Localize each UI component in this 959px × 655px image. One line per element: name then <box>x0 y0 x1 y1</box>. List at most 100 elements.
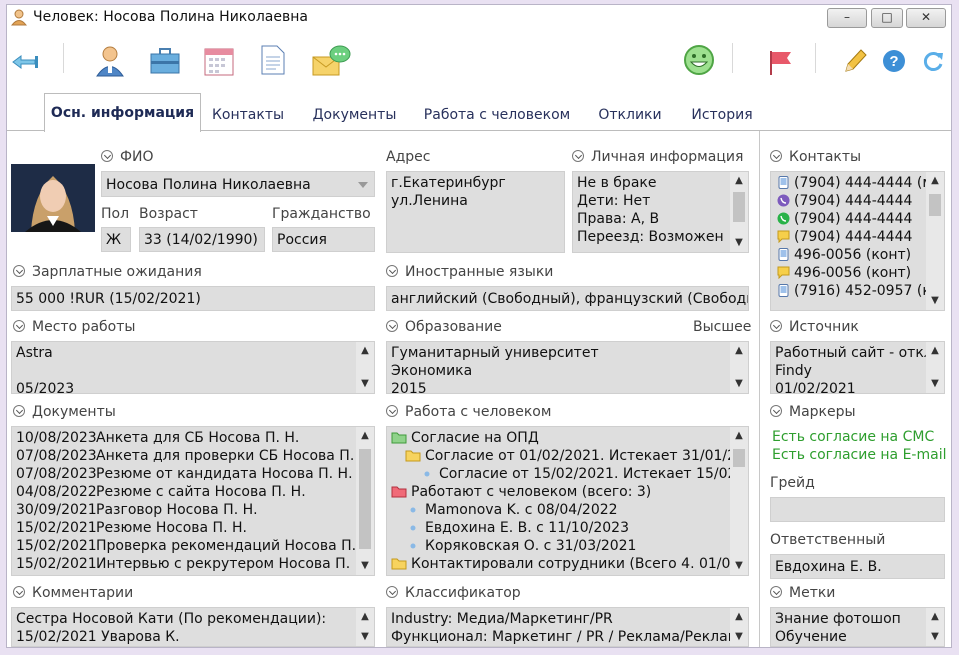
comments-field[interactable]: Сестра Носовой Кати (По рекомендации): 1… <box>11 607 375 647</box>
contact-item[interactable]: 496-0056 (конт) <box>777 246 940 264</box>
scroll-up-icon[interactable]: ▲ <box>730 427 748 445</box>
citizenship-field[interactable]: Россия <box>272 227 375 252</box>
marker-item[interactable]: Есть согласие на E-mail <box>772 446 946 464</box>
contact-item[interactable]: (7904) 444-4444 <box>777 228 940 246</box>
flag-icon[interactable] <box>767 49 793 75</box>
contact-item[interactable]: (7916) 452-0957 (ко <box>777 282 940 300</box>
document-row[interactable]: 10/08/2023Анкета для СБ Носова П. Н. <box>16 429 370 447</box>
scroll-up-icon[interactable]: ▲ <box>730 342 748 360</box>
collapse-chevron-icon[interactable] <box>770 150 782 162</box>
tab-responses[interactable]: Отклики <box>595 101 665 131</box>
salary-field[interactable]: 55 000 !RUR (15/02/2021) <box>11 286 375 311</box>
work-tree-item[interactable]: Контактировали сотрудники (Всего 4. 01/0… <box>391 555 748 573</box>
tab-work-with-person[interactable]: Работа с человеком <box>421 101 573 131</box>
vertical-scrollbar[interactable]: ▲ ▼ <box>730 342 748 393</box>
languages-field[interactable]: английский (Свободный), французский (Сво… <box>386 286 749 311</box>
collapse-chevron-icon[interactable] <box>101 150 113 162</box>
edit-pencil-icon[interactable] <box>842 47 868 75</box>
tab-contacts[interactable]: Контакты <box>207 101 289 131</box>
vertical-scrollbar[interactable]: ▲ ▼ <box>356 608 374 646</box>
classifier-field[interactable]: Industry: Медиа/Маркетинг/PR Функционал:… <box>386 607 749 647</box>
personal-info-field[interactable]: Не в браке Дети: Нет Права: A, B Переезд… <box>572 171 749 253</box>
gender-field[interactable]: Ж <box>101 227 131 252</box>
collapse-chevron-icon[interactable] <box>13 405 25 417</box>
scroll-up-icon[interactable]: ▲ <box>356 608 374 626</box>
marker-item[interactable]: Есть согласие на СМС <box>772 428 946 446</box>
help-icon[interactable]: ? <box>882 49 906 73</box>
collapse-chevron-icon[interactable] <box>386 320 398 332</box>
collapse-chevron-icon[interactable] <box>13 265 25 277</box>
source-field[interactable]: Работный сайт - откли Findy 01/02/2021 ▲… <box>770 341 945 394</box>
scroll-down-icon[interactable]: ▼ <box>730 628 748 646</box>
document-row[interactable]: 15/02/2021Резюме Носова П. Н. <box>16 519 370 537</box>
collapse-chevron-icon[interactable] <box>13 586 25 598</box>
scroll-down-icon[interactable]: ▼ <box>356 628 374 646</box>
contact-item[interactable]: (7904) 444-4444 (мо <box>777 174 941 192</box>
vertical-scrollbar[interactable]: ▲ ▼ <box>730 608 748 646</box>
vertical-scrollbar[interactable]: ▲ ▼ <box>926 608 944 646</box>
work-tree-item[interactable]: Mamonova K. с 08/04/2022 <box>391 501 744 519</box>
address-field[interactable]: г.Екатеринбург ул.Ленина <box>386 171 565 253</box>
documents-list[interactable]: 10/08/2023Анкета для СБ Носова П. Н. 07/0… <box>11 426 375 576</box>
scroll-down-icon[interactable]: ▼ <box>926 292 944 310</box>
responsible-field[interactable]: Евдохина Е. В. <box>770 554 945 579</box>
scroll-up-icon[interactable]: ▲ <box>730 608 748 626</box>
collapse-chevron-icon[interactable] <box>770 320 782 332</box>
tab-history[interactable]: История <box>687 101 757 131</box>
contact-item[interactable]: 496-0056 (конт) <box>777 264 940 282</box>
scroll-up-icon[interactable]: ▲ <box>926 608 944 626</box>
document-row[interactable]: 15/02/2021Интервью с рекрутером Носова П… <box>16 555 370 573</box>
document-row[interactable]: 07/08/2023Анкета для проверки СБ Носова … <box>16 447 374 465</box>
collapse-chevron-icon[interactable] <box>386 265 398 277</box>
scroll-up-icon[interactable]: ▲ <box>356 427 374 445</box>
back-arrow-icon[interactable] <box>11 53 39 71</box>
person-icon[interactable] <box>94 45 126 77</box>
vertical-scrollbar[interactable]: ▲ ▼ <box>356 427 374 575</box>
scroll-down-icon[interactable]: ▼ <box>730 375 748 393</box>
scroll-up-icon[interactable]: ▲ <box>926 342 944 360</box>
contact-item[interactable]: (7904) 444-4444 <box>777 210 940 228</box>
vertical-scrollbar[interactable]: ▲ ▼ <box>730 172 748 252</box>
grade-field[interactable] <box>770 497 945 522</box>
minimize-button[interactable]: – <box>827 8 867 28</box>
collapse-chevron-icon[interactable] <box>572 150 584 162</box>
work-tree[interactable]: Согласие на ОПД Согласие от 01/02/2021. И… <box>386 426 749 576</box>
briefcase-icon[interactable] <box>149 47 181 75</box>
work-tree-item[interactable]: Работают с человеком (всего: 3) <box>391 483 744 501</box>
tab-main-info[interactable]: Осн. информация <box>44 93 201 132</box>
vertical-scrollbar[interactable]: ▲ ▼ <box>926 172 944 310</box>
workplace-field[interactable]: Astra 05/2023 ▲ ▼ <box>11 341 375 394</box>
scroll-up-icon[interactable]: ▲ <box>926 172 944 190</box>
collapse-chevron-icon[interactable] <box>770 586 782 598</box>
vertical-scrollbar[interactable]: ▲ ▼ <box>730 427 748 575</box>
work-tree-item[interactable]: Евдохина Е. В. с 11/10/2023 <box>391 519 744 537</box>
collapse-chevron-icon[interactable] <box>386 405 398 417</box>
contact-item[interactable]: (7904) 444-4444 <box>777 192 940 210</box>
collapse-chevron-icon[interactable] <box>13 320 25 332</box>
message-icon[interactable] <box>311 45 351 77</box>
vertical-scrollbar[interactable]: ▲ ▼ <box>356 342 374 393</box>
tags-field[interactable]: Знание фотошоп Обучение ▲ ▼ <box>770 607 945 647</box>
smiley-status-icon[interactable] <box>683 44 715 76</box>
document-icon[interactable] <box>261 45 285 75</box>
scroll-up-icon[interactable]: ▲ <box>356 342 374 360</box>
scroll-down-icon[interactable]: ▼ <box>926 628 944 646</box>
scroll-down-icon[interactable]: ▼ <box>356 375 374 393</box>
contacts-list[interactable]: (7904) 444-4444 (мо (7904) 444-4444 (7904)… <box>770 171 945 311</box>
document-row[interactable]: 30/09/2021Разговор Носова П. Н. <box>16 501 370 519</box>
dropdown-arrow-icon[interactable] <box>358 179 368 189</box>
scroll-down-icon[interactable]: ▼ <box>730 557 748 575</box>
maximize-button[interactable]: □ <box>871 8 903 28</box>
scroll-up-icon[interactable]: ▲ <box>730 172 748 190</box>
calendar-icon[interactable] <box>204 46 234 76</box>
scroll-down-icon[interactable]: ▼ <box>356 557 374 575</box>
education-field[interactable]: Гуманитарный университет Экономика 2015 … <box>386 341 749 394</box>
refresh-icon[interactable] <box>921 49 945 73</box>
close-button[interactable]: ✕ <box>906 8 946 28</box>
tab-documents[interactable]: Документы <box>307 101 402 131</box>
scroll-down-icon[interactable]: ▼ <box>730 234 748 252</box>
document-row[interactable]: 15/02/2021Проверка рекомендаций Носова П… <box>16 537 371 555</box>
scroll-down-icon[interactable]: ▼ <box>926 375 944 393</box>
work-tree-item[interactable]: Коряковская О. с 31/03/2021 <box>391 537 744 555</box>
work-tree-item[interactable]: Согласие от 15/02/2021. Истекает 15/02/2… <box>391 465 748 483</box>
